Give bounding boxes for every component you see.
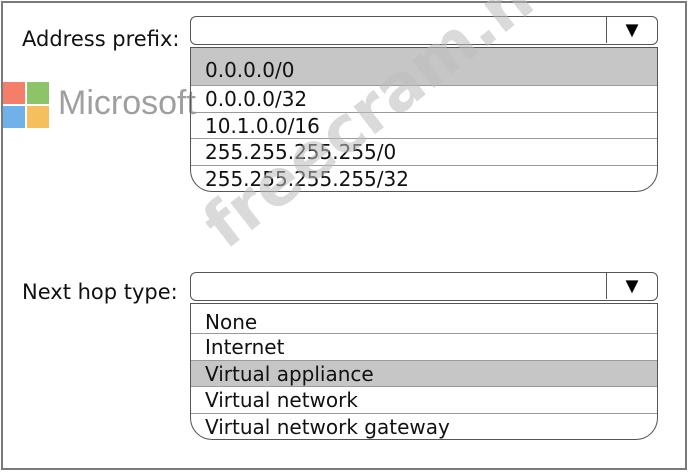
microsoft-logo-icon: [3, 82, 49, 128]
address-prefix-dropdown[interactable]: ▼ 0.0.0.0/0 0.0.0.0/32 10.1.0.0/16 255.2…: [190, 16, 658, 193]
address-prefix-option[interactable]: 0.0.0.0/0: [191, 47, 657, 85]
address-prefix-option[interactable]: 0.0.0.0/32: [191, 85, 657, 112]
next-hop-type-options: None Internet Virtual appliance Virtual …: [190, 303, 658, 441]
next-hop-type-option[interactable]: Virtual network: [191, 386, 657, 413]
dropdown-arrow-icon[interactable]: ▼: [606, 17, 657, 43]
next-hop-type-option[interactable]: None: [191, 303, 657, 334]
microsoft-logo-text: Microsoft: [58, 84, 196, 122]
address-prefix-option[interactable]: 255.255.255.255/0: [191, 138, 657, 165]
address-prefix-options: 0.0.0.0/0 0.0.0.0/32 10.1.0.0/16 255.255…: [190, 47, 658, 193]
next-hop-type-option[interactable]: Virtual appliance: [191, 359, 657, 387]
next-hop-type-select[interactable]: ▼: [190, 272, 658, 301]
next-hop-type-option[interactable]: Virtual network gateway: [191, 412, 657, 440]
address-prefix-option[interactable]: 10.1.0.0/16: [191, 111, 657, 139]
address-prefix-option[interactable]: 255.255.255.255/32: [191, 164, 657, 192]
address-prefix-label: Address prefix:: [22, 27, 180, 51]
dropdown-arrow-icon[interactable]: ▼: [606, 273, 657, 299]
next-hop-type-option[interactable]: Internet: [191, 333, 657, 360]
next-hop-type-dropdown[interactable]: ▼ None Internet Virtual appliance Virtua…: [190, 272, 658, 441]
next-hop-type-label: Next hop type:: [22, 280, 178, 304]
address-prefix-select[interactable]: ▼: [190, 16, 658, 45]
